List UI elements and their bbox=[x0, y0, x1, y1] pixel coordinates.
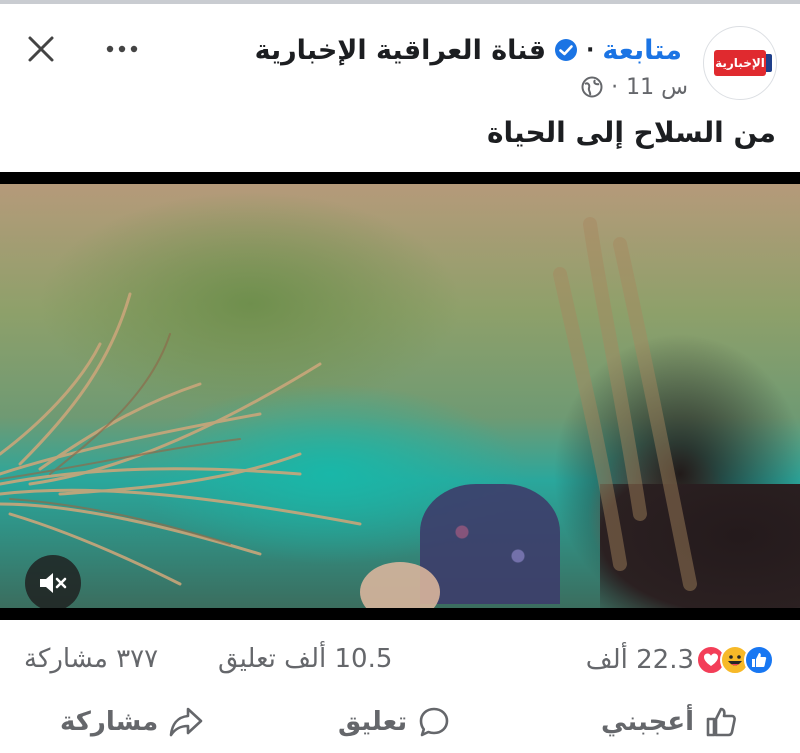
like-label: أعجبني bbox=[601, 707, 694, 737]
follow-button[interactable]: متابعة bbox=[602, 35, 682, 66]
thumbs-up-icon bbox=[706, 707, 736, 737]
share-button[interactable]: مشاركة bbox=[60, 702, 204, 742]
like-button[interactable]: أعجبني bbox=[601, 702, 738, 742]
reactions-summary[interactable]: 22.3 ألف bbox=[586, 642, 774, 678]
video-player[interactable] bbox=[0, 172, 800, 620]
page-name[interactable]: قناة العراقية الإخبارية bbox=[255, 35, 546, 66]
speaker-muted-icon bbox=[40, 573, 67, 593]
post-stats: 22.3 ألف 10.5 ألف تعليق ٣٧٧ مشاركة bbox=[0, 636, 800, 684]
page-title-line: قناة العراقية الإخبارية · متابعة bbox=[255, 30, 682, 70]
like-icon bbox=[744, 645, 774, 675]
close-icon bbox=[28, 36, 54, 62]
comment-label: تعليق bbox=[338, 707, 408, 737]
mute-toggle-button[interactable] bbox=[25, 555, 81, 608]
video-palm-fronds bbox=[0, 217, 697, 591]
comment-bubble-icon bbox=[419, 707, 449, 737]
post-actions: أعجبني تعليق مشاركة bbox=[0, 696, 800, 748]
title-separator: · bbox=[586, 37, 595, 63]
post-header: قناة العراقية الإخبارية · متابعة 11 س · … bbox=[0, 4, 800, 114]
comments-count[interactable]: 10.5 ألف تعليق bbox=[218, 644, 392, 674]
meta-separator: · bbox=[611, 74, 619, 100]
post-meta: 11 س · bbox=[581, 72, 688, 102]
post-caption: من السلاح إلى الحياة bbox=[486, 116, 776, 149]
globe-icon bbox=[581, 76, 603, 98]
share-arrow-icon bbox=[169, 707, 203, 737]
more-options-button[interactable] bbox=[102, 30, 142, 68]
page-avatar[interactable]: الإخبارية bbox=[703, 26, 777, 100]
post-time[interactable]: 11 س bbox=[626, 75, 688, 100]
comment-button[interactable]: تعليق bbox=[338, 702, 451, 742]
close-button[interactable] bbox=[22, 30, 60, 68]
video-frame[interactable] bbox=[0, 184, 800, 608]
share-label: مشاركة bbox=[60, 707, 159, 737]
shares-count[interactable]: ٣٧٧ مشاركة bbox=[24, 644, 158, 674]
channel-logo-text: الإخبارية bbox=[715, 56, 765, 70]
reactions-count: 22.3 ألف bbox=[585, 645, 694, 675]
more-dots-icon bbox=[106, 45, 138, 53]
channel-logo: الإخبارية bbox=[714, 50, 772, 76]
verified-badge-icon bbox=[555, 39, 577, 61]
